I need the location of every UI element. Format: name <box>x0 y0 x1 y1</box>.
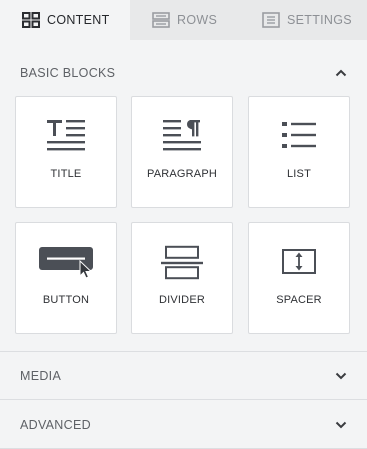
block-title[interactable]: TITLE <box>15 96 117 208</box>
grid-icon <box>22 12 40 28</box>
block-paragraph[interactable]: PARAGRAPH <box>131 96 233 208</box>
paragraph-icon <box>132 117 232 155</box>
block-spacer[interactable]: SPACER <box>248 222 350 334</box>
block-spacer-label: SPACER <box>276 294 322 306</box>
tab-settings[interactable]: SETTINGS <box>247 0 367 40</box>
chevron-up-icon[interactable] <box>335 69 347 77</box>
chevron-down-icon[interactable] <box>335 421 347 429</box>
basic-blocks-header[interactable]: BASIC BLOCKS <box>0 54 367 92</box>
block-divider[interactable]: DIVIDER <box>131 222 233 334</box>
rows-icon <box>152 12 170 28</box>
spacer-icon <box>249 243 349 281</box>
media-header[interactable]: MEDIA <box>0 357 367 395</box>
tab-content[interactable]: CONTENT <box>0 0 130 40</box>
divider-icon <box>132 243 232 281</box>
block-divider-label: DIVIDER <box>158 294 206 306</box>
chevron-down-icon[interactable] <box>335 372 347 380</box>
block-list[interactable]: LIST <box>248 96 350 208</box>
block-list-label: LIST <box>286 168 312 180</box>
section-divider <box>0 351 367 352</box>
tab-settings-label: SETTINGS <box>287 13 352 27</box>
block-button-label: BUTTON <box>42 294 90 306</box>
basic-blocks-title: BASIC BLOCKS <box>20 66 116 80</box>
button-icon <box>16 243 116 281</box>
block-title-label: TITLE <box>50 168 82 180</box>
tab-bar: CONTENT ROWS SETTINGS <box>0 0 367 40</box>
tab-rows-label: ROWS <box>177 13 218 27</box>
media-title: MEDIA <box>20 369 62 383</box>
tab-content-label: CONTENT <box>47 13 110 27</box>
title-icon <box>16 117 116 155</box>
advanced-title: ADVANCED <box>20 418 91 432</box>
list-icon <box>249 117 349 155</box>
block-paragraph-label: PARAGRAPH <box>146 168 218 180</box>
section-divider <box>0 399 367 400</box>
settings-doc-icon <box>262 12 280 28</box>
advanced-header[interactable]: ADVANCED <box>0 406 367 444</box>
tab-rows[interactable]: ROWS <box>130 0 247 40</box>
block-button[interactable]: BUTTON <box>15 222 117 334</box>
